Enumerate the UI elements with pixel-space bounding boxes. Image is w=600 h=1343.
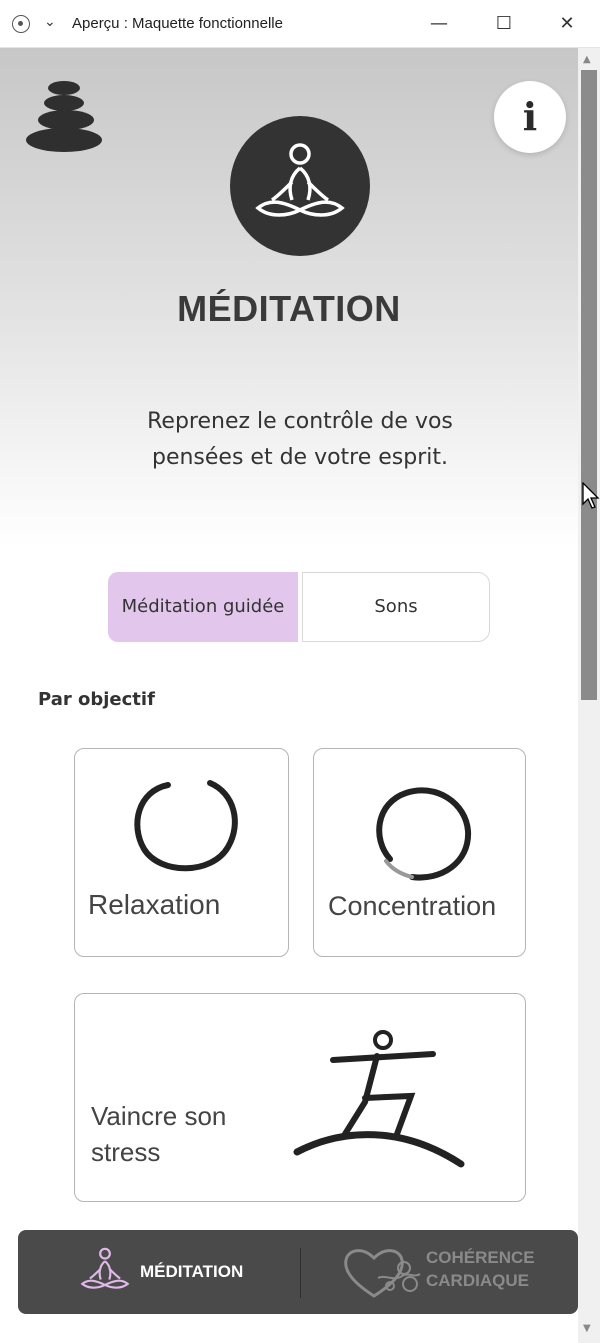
stacked-stones-icon <box>24 78 108 154</box>
heart-waves-icon <box>344 1249 421 1298</box>
calligraphy-figure-icon <box>293 1030 465 1168</box>
card-label: Vaincre son stress <box>91 1101 227 1167</box>
tab-label: COHÉRENCE CARDIAQUE <box>426 1246 535 1292</box>
enso-circle-icon <box>134 780 238 872</box>
chevron-down-icon[interactable]: ⌄ <box>44 14 56 30</box>
tab-label: MÉDITATION <box>140 1262 244 1281</box>
segment-sounds[interactable]: Sons <box>302 572 490 642</box>
vertical-scrollbar[interactable]: ▲ ▼ <box>578 48 600 1343</box>
scrollbar-thumb[interactable] <box>581 70 597 700</box>
enso-ring-icon <box>376 787 472 881</box>
bottom-tab-bar: MÉDITATION COHÉRENCE CARDIAQUE <box>18 1230 578 1314</box>
meditation-pose-icon <box>255 143 345 217</box>
segment-guided-meditation[interactable]: Méditation guidée <box>108 572 298 642</box>
page-tagline: Reprenez le contrôle de vos pensées et d… <box>147 409 453 470</box>
meditation-pose-icon <box>80 1247 130 1289</box>
app-viewport: i MÉDITATION Reprenez le contrôle de vos… <box>0 48 578 1343</box>
minimize-button[interactable]: — <box>425 10 453 38</box>
hero-meditation-badge <box>230 116 370 256</box>
window-titlebar: ⌄ Aperçu : Maquette fonctionnelle — ☐ ✕ <box>0 0 600 48</box>
tab-label-line2: CARDIAQUE <box>426 1271 529 1290</box>
mouse-cursor-icon <box>582 482 600 509</box>
card-relaxation[interactable]: Relaxation <box>74 748 289 957</box>
card-concentration[interactable]: Concentration <box>313 748 526 957</box>
page-title: MÉDITATION <box>177 288 401 329</box>
info-button[interactable]: i <box>494 81 566 153</box>
tab-label-line1: COHÉRENCE <box>426 1248 535 1267</box>
scroll-up-arrow-icon[interactable]: ▲ <box>583 54 591 65</box>
tab-divider <box>300 1248 301 1298</box>
card-label: Relaxation <box>88 889 221 920</box>
maximize-button[interactable]: ☐ <box>490 10 518 38</box>
tab-meditation[interactable]: MÉDITATION <box>18 1230 300 1314</box>
card-label: Concentration <box>328 891 497 921</box>
section-heading: Par objectif <box>38 689 155 710</box>
record-icon[interactable] <box>12 15 30 33</box>
window-title: Aperçu : Maquette fonctionnelle <box>72 15 283 32</box>
mode-switcher: Méditation guidée Sons <box>108 572 490 642</box>
scroll-down-arrow-icon[interactable]: ▼ <box>583 1323 591 1334</box>
tab-cardiac-coherence[interactable]: COHÉRENCE CARDIAQUE <box>302 1230 578 1314</box>
close-button[interactable]: ✕ <box>553 10 581 38</box>
card-stress[interactable]: Vaincre son stress <box>74 993 526 1202</box>
